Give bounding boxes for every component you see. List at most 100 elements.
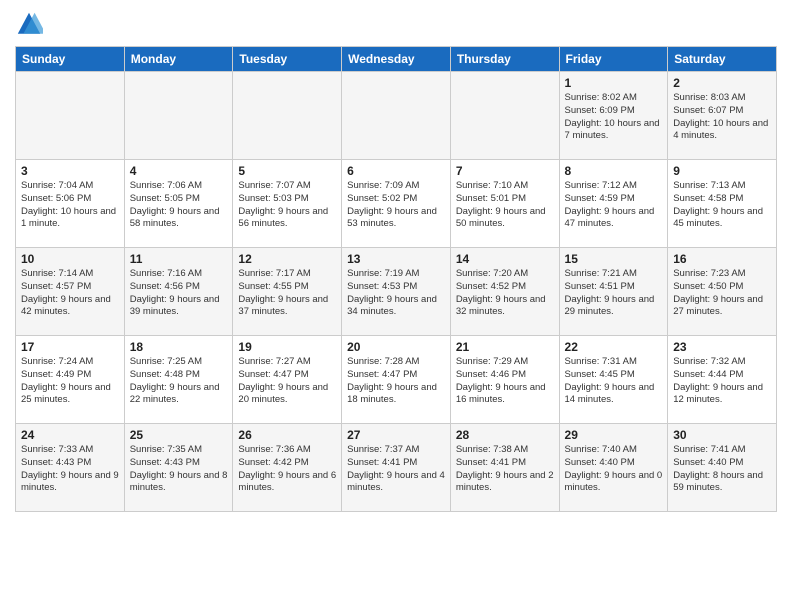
day-number: 23 [673,340,771,354]
day-number: 4 [130,164,228,178]
day-number: 29 [565,428,663,442]
day-cell [124,72,233,160]
day-cell [233,72,342,160]
day-number: 28 [456,428,554,442]
day-info: Sunrise: 7:35 AM Sunset: 4:43 PM Dayligh… [130,444,228,495]
day-info: Sunrise: 7:06 AM Sunset: 5:05 PM Dayligh… [130,180,228,231]
day-info: Sunrise: 7:17 AM Sunset: 4:55 PM Dayligh… [238,268,336,319]
day-cell: 26Sunrise: 7:36 AM Sunset: 4:42 PM Dayli… [233,424,342,512]
logo [15,10,47,38]
day-cell [450,72,559,160]
header [15,10,777,38]
day-number: 2 [673,76,771,90]
day-info: Sunrise: 7:28 AM Sunset: 4:47 PM Dayligh… [347,356,445,407]
day-info: Sunrise: 8:02 AM Sunset: 6:09 PM Dayligh… [565,92,663,143]
day-number: 19 [238,340,336,354]
day-cell: 2 Sunrise: 8:03 AM Sunset: 6:07 PM Daylig… [668,72,777,160]
weekday-header-friday: Friday [559,47,668,72]
day-number: 9 [673,164,771,178]
day-number: 10 [21,252,119,266]
day-number: 22 [565,340,663,354]
week-row-3: 10 Sunrise: 7:14 AM Sunset: 4:57 PM Dayli… [16,248,777,336]
day-number: 16 [673,252,771,266]
day-cell: 21 Sunrise: 7:29 AM Sunset: 4:46 PM Dayli… [450,336,559,424]
day-cell: 29 Sunrise: 7:40 AM Sunset: 4:40 PM Dayli… [559,424,668,512]
day-info: Sunrise: 7:04 AM Sunset: 5:06 PM Dayligh… [21,180,119,231]
day-cell: 16Sunrise: 7:23 AM Sunset: 4:50 PM Dayli… [668,248,777,336]
day-number: 25 [130,428,228,442]
day-cell [342,72,451,160]
day-number: 7 [456,164,554,178]
weekday-header-row: SundayMondayTuesdayWednesdayThursdayFrid… [16,47,777,72]
day-info: Sunrise: 7:13 AM Sunset: 4:58 PM Dayligh… [673,180,771,231]
day-info: Sunrise: 7:24 AM Sunset: 4:49 PM Dayligh… [21,356,119,407]
day-number: 13 [347,252,445,266]
day-number: 14 [456,252,554,266]
day-cell: 25 Sunrise: 7:35 AM Sunset: 4:43 PM Dayli… [124,424,233,512]
day-number: 21 [456,340,554,354]
logo-icon [15,10,43,38]
day-cell: 1 Sunrise: 8:02 AM Sunset: 6:09 PM Daylig… [559,72,668,160]
week-row-1: 1 Sunrise: 8:02 AM Sunset: 6:09 PM Daylig… [16,72,777,160]
day-cell: 5 Sunrise: 7:07 AM Sunset: 5:03 PM Daylig… [233,160,342,248]
weekday-header-saturday: Saturday [668,47,777,72]
day-cell: 6 Sunrise: 7:09 AM Sunset: 5:02 PM Daylig… [342,160,451,248]
day-number: 18 [130,340,228,354]
day-info: Sunrise: 7:14 AM Sunset: 4:57 PM Dayligh… [21,268,119,319]
day-number: 6 [347,164,445,178]
day-info: Sunrise: 7:31 AM Sunset: 4:45 PM Dayligh… [565,356,663,407]
day-info: Sunrise: 7:40 AM Sunset: 4:40 PM Dayligh… [565,444,663,495]
day-info: Sunrise: 7:41 AM Sunset: 4:40 PM Dayligh… [673,444,771,495]
day-cell: 11 Sunrise: 7:16 AM Sunset: 4:56 PM Dayli… [124,248,233,336]
page: SundayMondayTuesdayWednesdayThursdayFrid… [0,0,792,612]
day-info: Sunrise: 7:16 AM Sunset: 4:56 PM Dayligh… [130,268,228,319]
day-cell: 9 Sunrise: 7:13 AM Sunset: 4:58 PM Daylig… [668,160,777,248]
weekday-header-monday: Monday [124,47,233,72]
day-info: Sunrise: 7:29 AM Sunset: 4:46 PM Dayligh… [456,356,554,407]
day-number: 8 [565,164,663,178]
day-cell: 24Sunrise: 7:33 AM Sunset: 4:43 PM Dayli… [16,424,125,512]
day-number: 30 [673,428,771,442]
day-number: 27 [347,428,445,442]
day-number: 15 [565,252,663,266]
day-cell: 30 Sunrise: 7:41 AM Sunset: 4:40 PM Dayli… [668,424,777,512]
weekday-header-tuesday: Tuesday [233,47,342,72]
weekday-header-sunday: Sunday [16,47,125,72]
day-cell: 13Sunrise: 7:19 AM Sunset: 4:53 PM Dayli… [342,248,451,336]
day-info: Sunrise: 8:03 AM Sunset: 6:07 PM Dayligh… [673,92,771,143]
day-info: Sunrise: 7:20 AM Sunset: 4:52 PM Dayligh… [456,268,554,319]
day-number: 20 [347,340,445,354]
day-cell: 20 Sunrise: 7:28 AM Sunset: 4:47 PM Dayli… [342,336,451,424]
day-cell: 28Sunrise: 7:38 AM Sunset: 4:41 PM Dayli… [450,424,559,512]
day-info: Sunrise: 7:10 AM Sunset: 5:01 PM Dayligh… [456,180,554,231]
day-number: 17 [21,340,119,354]
day-number: 5 [238,164,336,178]
day-info: Sunrise: 7:07 AM Sunset: 5:03 PM Dayligh… [238,180,336,231]
day-info: Sunrise: 7:36 AM Sunset: 4:42 PM Dayligh… [238,444,336,495]
day-info: Sunrise: 7:21 AM Sunset: 4:51 PM Dayligh… [565,268,663,319]
day-cell: 19 Sunrise: 7:27 AM Sunset: 4:47 PM Dayli… [233,336,342,424]
day-number: 1 [565,76,663,90]
day-cell: 7 Sunrise: 7:10 AM Sunset: 5:01 PM Daylig… [450,160,559,248]
day-cell: 12 Sunrise: 7:17 AM Sunset: 4:55 PM Dayli… [233,248,342,336]
day-info: Sunrise: 7:37 AM Sunset: 4:41 PM Dayligh… [347,444,445,495]
day-number: 12 [238,252,336,266]
calendar: SundayMondayTuesdayWednesdayThursdayFrid… [15,46,777,512]
day-cell: 8Sunrise: 7:12 AM Sunset: 4:59 PM Daylig… [559,160,668,248]
day-cell: 10 Sunrise: 7:14 AM Sunset: 4:57 PM Dayli… [16,248,125,336]
weekday-header-wednesday: Wednesday [342,47,451,72]
day-info: Sunrise: 7:27 AM Sunset: 4:47 PM Dayligh… [238,356,336,407]
week-row-4: 17 Sunrise: 7:24 AM Sunset: 4:49 PM Dayli… [16,336,777,424]
weekday-header-thursday: Thursday [450,47,559,72]
day-info: Sunrise: 7:09 AM Sunset: 5:02 PM Dayligh… [347,180,445,231]
week-row-5: 24Sunrise: 7:33 AM Sunset: 4:43 PM Dayli… [16,424,777,512]
day-info: Sunrise: 7:25 AM Sunset: 4:48 PM Dayligh… [130,356,228,407]
day-cell: 15 Sunrise: 7:21 AM Sunset: 4:51 PM Dayli… [559,248,668,336]
day-number: 24 [21,428,119,442]
day-cell: 27 Sunrise: 7:37 AM Sunset: 4:41 PM Dayli… [342,424,451,512]
week-row-2: 3Sunrise: 7:04 AM Sunset: 5:06 PM Daylig… [16,160,777,248]
day-info: Sunrise: 7:32 AM Sunset: 4:44 PM Dayligh… [673,356,771,407]
day-cell: 18 Sunrise: 7:25 AM Sunset: 4:48 PM Dayli… [124,336,233,424]
day-number: 11 [130,252,228,266]
day-cell [16,72,125,160]
